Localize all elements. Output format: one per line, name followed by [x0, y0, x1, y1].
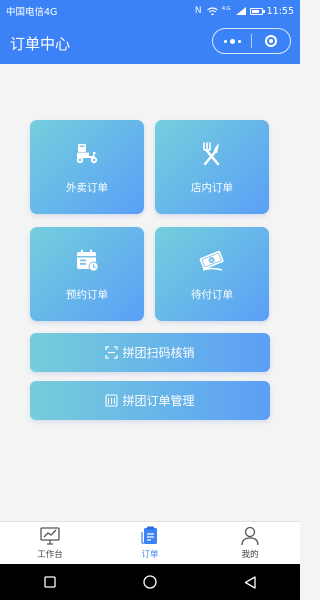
order-icon	[141, 526, 157, 544]
android-nav-bar	[0, 564, 300, 600]
scooter-icon	[76, 143, 98, 163]
battery-icon	[249, 7, 265, 15]
tile-pending-payment-orders[interactable]: ¥ 待付订单	[155, 227, 269, 321]
tile-label: 预约订单	[66, 288, 108, 301]
nav-bar: 订单中心	[0, 22, 300, 64]
tab-label: 我的	[241, 550, 259, 560]
more-button[interactable]	[213, 29, 251, 53]
carrier-label: 中国电信4G	[6, 7, 58, 18]
close-target-icon	[264, 35, 277, 47]
mini-program-capsule	[212, 28, 291, 54]
home-button[interactable]	[130, 564, 170, 600]
tile-label: 店内订单	[191, 181, 233, 194]
user-icon	[241, 526, 259, 546]
more-dots-icon	[223, 38, 241, 44]
order-list-icon	[105, 394, 119, 407]
wifi-icon	[206, 6, 218, 15]
signal-icon	[235, 7, 246, 15]
page-title: 订单中心	[10, 34, 71, 53]
tab-workbench[interactable]: 工作台	[0, 522, 100, 564]
tile-in-store-orders[interactable]: 店内订单	[155, 120, 269, 214]
tile-reservation-orders[interactable]: 预约订单	[30, 227, 144, 321]
status-icons: N ⁴ᴳ 11:55	[195, 6, 294, 17]
scan-icon	[105, 346, 119, 359]
nfc-icon: N	[194, 6, 203, 16]
dashboard-icon	[40, 527, 60, 545]
tab-label: 工作台	[37, 550, 63, 560]
tab-label: 订单	[141, 550, 159, 560]
group-buy-scan-label: 拼团扫码核销	[122, 346, 195, 360]
tab-profile[interactable]: 我的	[200, 522, 300, 564]
bottom-tab-bar: 工作台 订单 我的	[0, 521, 300, 564]
recents-icon	[44, 576, 56, 588]
tile-delivery-orders[interactable]: 外卖订单	[30, 120, 144, 214]
cash-icon: ¥	[199, 250, 224, 271]
recents-button[interactable]	[30, 564, 70, 600]
back-icon	[244, 575, 256, 589]
group-buy-manage-button[interactable]: 拼团订单管理	[30, 381, 270, 420]
status-bar: 中国电信4G N ⁴ᴳ 11:55	[0, 0, 300, 22]
home-icon	[143, 575, 157, 589]
status-time: 11:55	[266, 5, 294, 17]
close-button[interactable]	[252, 29, 290, 53]
group-buy-scan-button[interactable]: 拼团扫码核销	[30, 333, 270, 372]
tile-label: 外卖订单	[66, 181, 108, 194]
signal-text: ⁴ᴳ	[221, 6, 232, 16]
fork-knife-icon	[202, 141, 220, 165]
back-button[interactable]	[230, 564, 270, 600]
battery-level	[251, 9, 259, 13]
calendar-clock-icon	[77, 249, 99, 271]
tab-orders[interactable]: 订单	[100, 522, 200, 564]
group-buy-manage-label: 拼团订单管理	[122, 394, 195, 408]
tile-label: 待付订单	[191, 288, 233, 301]
